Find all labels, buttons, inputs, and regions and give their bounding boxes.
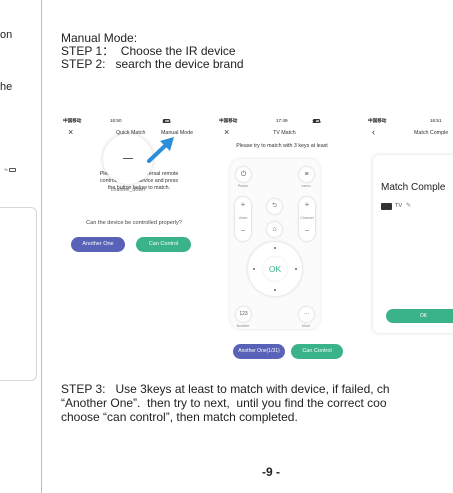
remote-panel: ⏻ Power ≡ menu + Voice − ⮌ ⌂ + Channel −… <box>230 159 320 329</box>
channel-label: Channel <box>300 216 314 220</box>
carrier-text: 中国移动 <box>219 118 238 123</box>
battery-percent: 18% <box>162 118 172 124</box>
dpad-left[interactable] <box>253 268 255 270</box>
can-control-button[interactable]: Can Control <box>136 237 191 252</box>
another-one-button[interactable]: Another One(1/31) <box>233 344 285 359</box>
channel-down-icon[interactable]: − <box>299 226 315 236</box>
more-button[interactable]: ··· <box>299 307 314 322</box>
battery-percent: 37% <box>312 118 322 124</box>
back-arrow-button[interactable]: ⮌ <box>267 199 282 214</box>
carrier-text: 中国移动 <box>63 118 82 123</box>
phone-screen-match-complete: 中国移动 16:51 ‹ Match Comple Match Comple T… <box>366 117 453 365</box>
page-number: -9 - <box>262 465 280 479</box>
fragment-battery-icon: % <box>4 167 16 172</box>
match-complete-card: Match Comple TV ✎ <box>373 155 453 333</box>
status-bar: 中国移动 16:50 18% <box>61 117 206 125</box>
instruction-text: Please try to match with 3 keys at least <box>236 143 328 149</box>
can-control-button[interactable]: Can Control <box>291 344 343 359</box>
status-time: 17:49 <box>276 118 288 123</box>
status-time: 16:51 <box>430 118 442 123</box>
back-chevron-icon[interactable]: ‹ <box>372 127 375 137</box>
step-3-line-2: “Another One”. then try to next, until y… <box>61 396 387 410</box>
edit-pencil-icon[interactable]: ✎ <box>406 202 411 209</box>
ok-button[interactable]: OK <box>386 309 453 323</box>
power-label: Power <box>237 184 249 188</box>
status-time: 16:50 <box>110 118 122 123</box>
menu-label: menu <box>301 184 311 188</box>
pointer-arrow-icon <box>147 137 174 163</box>
previous-page-fragment: on he % <box>0 0 41 493</box>
dpad-down[interactable] <box>274 289 276 291</box>
volume-label: Voice <box>238 216 248 220</box>
volume-down-icon[interactable]: − <box>235 226 251 236</box>
dpad: OK <box>248 242 302 296</box>
page-title: Match Comple <box>414 130 449 136</box>
fragment-card <box>0 207 37 381</box>
status-bar: 中国移动 17:49 37% <box>217 117 347 125</box>
number-button[interactable]: 123 <box>236 307 251 322</box>
step-2-text: STEP 2: search the device brand <box>61 57 244 71</box>
number-label: Number <box>236 324 250 328</box>
tab-manual-mode[interactable]: Manual Mode <box>161 130 193 136</box>
page-divider <box>41 0 42 493</box>
fragment-text-2: he <box>0 81 13 93</box>
close-icon[interactable]: × <box>68 127 73 137</box>
power-button[interactable]: ⏻ <box>236 167 251 182</box>
status-bar: 中国移动 16:51 <box>366 117 453 125</box>
nav-bar: ‹ Match Comple <box>366 127 453 139</box>
menu-button[interactable]: ≡ <box>299 167 314 182</box>
channel-down-label: channel_down <box>110 187 146 193</box>
ok-button[interactable]: OK <box>263 257 287 281</box>
step-3-line-3: choose “can control”, then match complet… <box>61 410 298 424</box>
volume-up-icon[interactable]: + <box>235 200 251 210</box>
channel-rocker[interactable]: + Channel − <box>299 197 315 241</box>
step-3-line-1: STEP 3: Use 3keys at least to match with… <box>61 382 390 396</box>
fragment-text-1: on <box>0 29 13 41</box>
tv-icon <box>381 203 392 210</box>
volume-rocker[interactable]: + Voice − <box>235 197 251 241</box>
phone-screen-tv-match: 中国移动 17:49 37% × TV Match Please try to … <box>217 117 347 365</box>
nav-bar: × TV Match <box>217 127 347 139</box>
close-icon[interactable]: × <box>224 127 229 137</box>
battery-icon <box>313 118 320 123</box>
device-label: TV <box>395 203 403 209</box>
dpad-right[interactable] <box>295 268 297 270</box>
page-title: TV Match <box>273 130 296 136</box>
carrier-text: 中国移动 <box>368 118 387 123</box>
channel-up-icon[interactable]: + <box>299 200 315 210</box>
match-complete-title: Match Comple <box>381 182 446 193</box>
battery-icon <box>163 118 170 123</box>
dpad-up[interactable] <box>274 247 276 249</box>
another-one-button[interactable]: Another One <box>71 237 125 252</box>
control-question: Can the device be controlled properly? <box>86 220 182 226</box>
more-label: More <box>301 324 311 328</box>
home-button[interactable]: ⌂ <box>267 222 282 237</box>
